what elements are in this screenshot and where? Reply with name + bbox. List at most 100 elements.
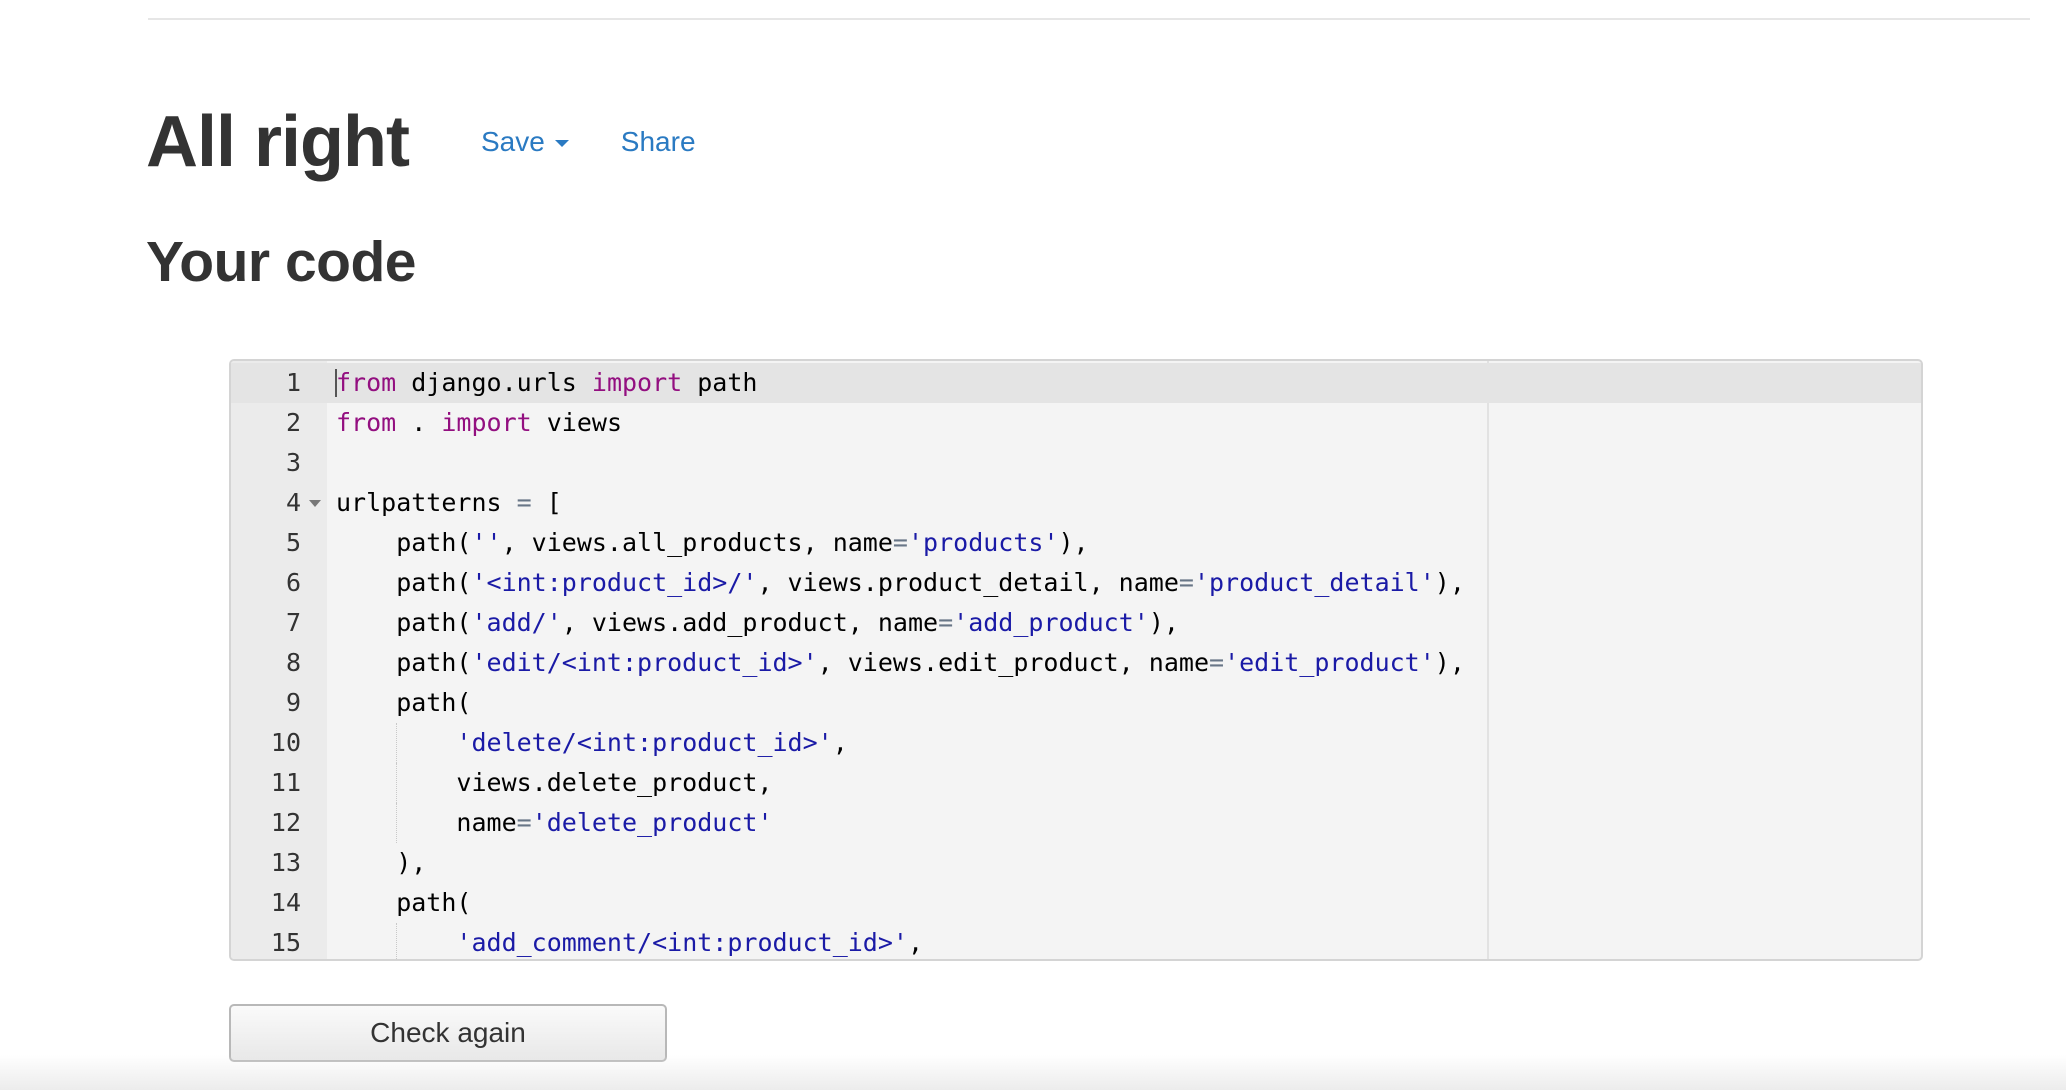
code-token: ), bbox=[1434, 648, 1465, 677]
page: All right Save Share Your code 1 from dja… bbox=[0, 0, 2066, 1090]
save-label: Save bbox=[480, 126, 545, 157]
code-token: from bbox=[336, 408, 397, 437]
code-line[interactable]: 4 urlpatterns = [ bbox=[231, 483, 1921, 523]
line-text: path('add/', views.add_product, name='ad… bbox=[336, 603, 1179, 643]
code-line[interactable]: 8 path('edit/<int:product_id>', views.ed… bbox=[231, 643, 1921, 683]
line-number: 13 bbox=[270, 848, 301, 877]
line-text: from . import views bbox=[336, 403, 622, 443]
code-token: '' bbox=[471, 528, 502, 557]
line-text: from django.urls import path bbox=[336, 363, 757, 403]
result-title: All right bbox=[146, 102, 410, 182]
code-token: django.urls bbox=[396, 368, 592, 397]
code-token: = bbox=[516, 808, 532, 837]
code-token: , bbox=[907, 928, 924, 957]
line-number: 4 bbox=[285, 488, 301, 517]
code-line[interactable]: 14 path( bbox=[231, 883, 1921, 923]
code-token: name bbox=[336, 808, 517, 837]
share-link[interactable]: Share bbox=[621, 126, 696, 158]
line-text: 'add_comment/<int:product_id>', bbox=[336, 923, 924, 959]
code-token: = bbox=[1178, 568, 1194, 597]
code-token: ), bbox=[336, 848, 427, 877]
line-number: 14 bbox=[270, 888, 301, 917]
code-token: , views.edit_product, name bbox=[817, 648, 1209, 677]
code-token: 'products' bbox=[907, 528, 1059, 557]
line-number: 2 bbox=[285, 408, 301, 437]
code-token: , views.add_product, name bbox=[561, 608, 939, 637]
code-token: 'delete_product' bbox=[531, 808, 773, 837]
save-dropdown-button[interactable]: Save bbox=[481, 126, 569, 158]
line-text: name='delete_product' bbox=[336, 803, 773, 843]
code-token: from bbox=[336, 368, 397, 397]
code-line[interactable]: 12 name='delete_product' bbox=[231, 803, 1921, 843]
code-token: ), bbox=[1434, 568, 1465, 597]
line-number: 10 bbox=[270, 728, 301, 757]
code-token: , views.all_products, name bbox=[501, 528, 893, 557]
code-line[interactable]: 13 ), bbox=[231, 843, 1921, 883]
code-token: import bbox=[441, 408, 532, 437]
line-text: path( bbox=[336, 883, 471, 923]
section-title: Your code bbox=[146, 230, 416, 294]
code-token: '<int:product_id>/' bbox=[471, 568, 758, 597]
code-line[interactable]: 10 'delete/<int:product_id>', bbox=[231, 723, 1921, 763]
code-line[interactable]: 11 views.delete_product, bbox=[231, 763, 1921, 803]
line-number: 11 bbox=[270, 768, 301, 797]
code-token: = bbox=[516, 488, 532, 517]
line-text: urlpatterns = [ bbox=[336, 483, 562, 523]
code-token: 'add_comment/<int:product_id>' bbox=[456, 928, 908, 957]
line-number: 1 bbox=[285, 368, 301, 397]
code-token: path( bbox=[336, 568, 472, 597]
code-token: path bbox=[682, 368, 758, 397]
line-number: 7 bbox=[285, 608, 301, 637]
result-header: All right Save Share bbox=[146, 92, 696, 192]
top-divider bbox=[148, 18, 2030, 20]
check-again-button[interactable]: Check again bbox=[229, 1004, 667, 1062]
code-token: ), bbox=[1058, 528, 1089, 557]
line-text: path('<int:product_id>/', views.product_… bbox=[336, 563, 1465, 603]
code-line[interactable]: 3 bbox=[231, 443, 1921, 483]
line-text: ), bbox=[336, 843, 426, 883]
code-token: path( bbox=[336, 688, 472, 717]
code-line[interactable]: 7 path('add/', views.add_product, name='… bbox=[231, 603, 1921, 643]
code-line[interactable]: 15 'add_comment/<int:product_id>', bbox=[231, 923, 1921, 959]
code-editor[interactable]: 1 from django.urls import path 2 from . imp… bbox=[229, 359, 1923, 961]
code-line[interactable]: 6 path('<int:product_id>/', views.produc… bbox=[231, 563, 1921, 603]
code-token: views.delete_product, bbox=[336, 768, 773, 797]
line-number: 3 bbox=[285, 448, 301, 477]
code-line[interactable]: 5 path('', views.all_products, name='pro… bbox=[231, 523, 1921, 563]
bottom-shade bbox=[0, 1055, 2066, 1090]
line-text: path('', views.all_products, name='produ… bbox=[336, 523, 1089, 563]
code-token: 'delete/<int:product_id>' bbox=[456, 728, 833, 757]
code-line[interactable]: 2 from . import views bbox=[231, 403, 1921, 443]
line-number: 9 bbox=[285, 688, 301, 717]
line-number: 5 bbox=[285, 528, 301, 557]
code-token: 'add/' bbox=[471, 608, 562, 637]
text-cursor bbox=[335, 369, 337, 397]
code-token: urlpatterns bbox=[336, 488, 517, 517]
code-token: 'edit_product' bbox=[1224, 648, 1435, 677]
line-text: 'delete/<int:product_id>', bbox=[336, 723, 848, 763]
code-token: = bbox=[938, 608, 954, 637]
caret-down-icon bbox=[554, 140, 569, 147]
code-token: path( bbox=[336, 528, 472, 557]
line-number: 15 bbox=[270, 928, 301, 957]
line-text: path( bbox=[336, 683, 471, 723]
line-text: path('edit/<int:product_id>', views.edit… bbox=[336, 643, 1465, 683]
code-token: ), bbox=[1148, 608, 1179, 637]
code-token: 'edit/<int:product_id>' bbox=[471, 648, 818, 677]
code-token: path( bbox=[336, 608, 472, 637]
line-number: 8 bbox=[285, 648, 301, 677]
code-line[interactable]: 1 from django.urls import path bbox=[231, 363, 1921, 403]
code-token: . bbox=[396, 408, 442, 437]
code-token: , views.product_detail, name bbox=[757, 568, 1179, 597]
code-line[interactable]: 9 path( bbox=[231, 683, 1921, 723]
line-text: views.delete_product, bbox=[336, 763, 773, 803]
code-lines: 1 from django.urls import path 2 from . imp… bbox=[231, 361, 1921, 959]
line-number: 12 bbox=[270, 808, 301, 837]
code-token: path( bbox=[336, 888, 472, 917]
code-token: [ bbox=[531, 488, 562, 517]
line-number: 6 bbox=[285, 568, 301, 597]
code-token: , bbox=[832, 728, 848, 757]
fold-arrow-icon[interactable] bbox=[309, 500, 321, 507]
